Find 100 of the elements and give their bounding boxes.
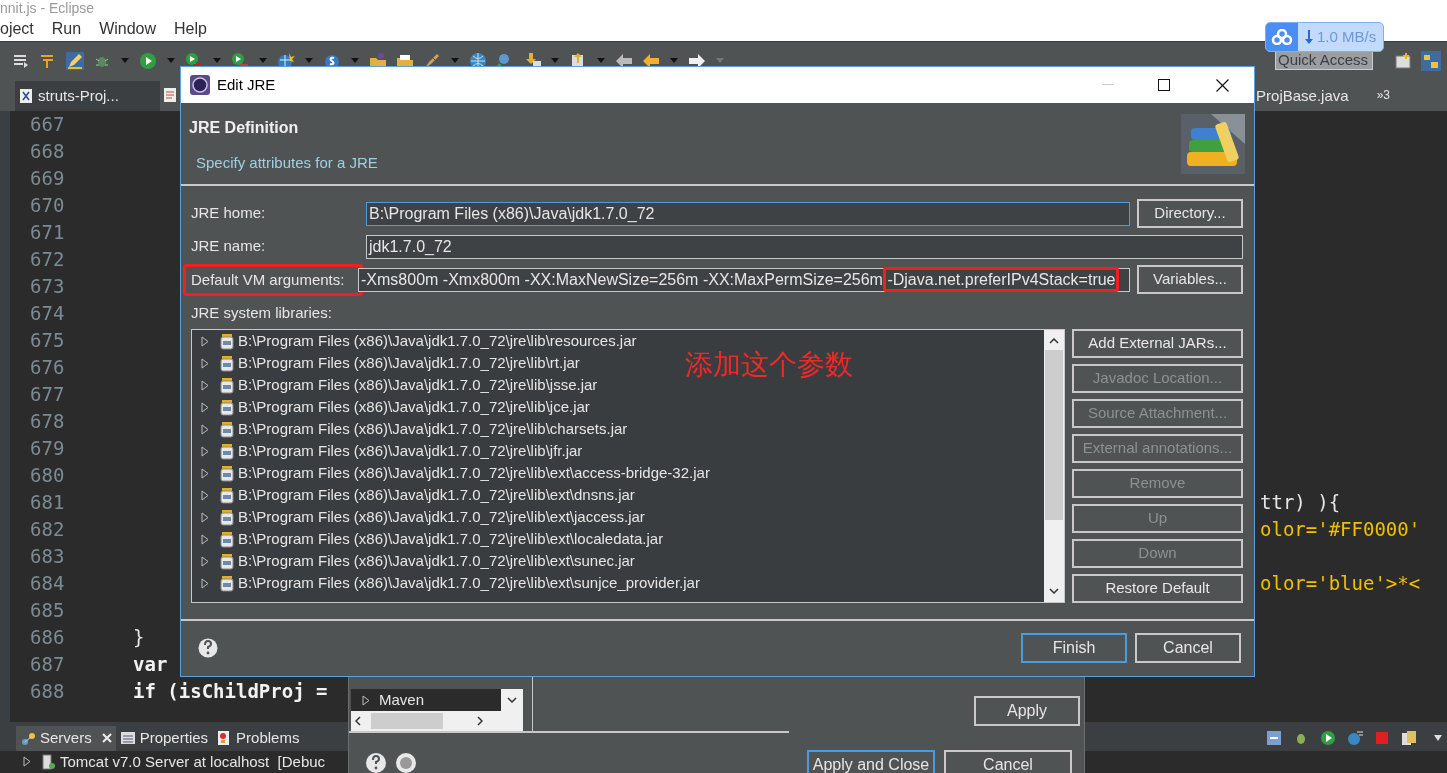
- library-item[interactable]: B:\Program Files (x86)\Java\jdk1.7.0_72\jre\lib\resources.jar: [238, 330, 637, 353]
- library-item[interactable]: B:\Program Files (x86)\Java\jdk1.7.0_72\jre\lib\ext\access-bridge-32.jar: [238, 462, 710, 485]
- dialog-button[interactable]: Add External JARs...: [1072, 328, 1243, 358]
- annotation-text: 添加这个参数: [685, 347, 853, 382]
- dialog-button[interactable]: Cancel: [944, 750, 1072, 773]
- close-icon[interactable]: [1216, 78, 1229, 92]
- input-field[interactable]: -Xms800m -Xmx800m -XX:MaxNewSize=256m -XX:MaxPermSize=256m -Djava.net.preferIPv4Stack=true: [358, 267, 1130, 292]
- publish-icon[interactable]: [1401, 730, 1417, 747]
- menu-item[interactable]: Run: [51, 17, 82, 41]
- line-number: 674: [29, 301, 66, 327]
- document-icon[interactable]: [163, 87, 177, 103]
- jar-icon: [220, 575, 234, 592]
- library-item[interactable]: B:\Program Files (x86)\Java\jdk1.7.0_72\jre\lib\jsse.jar: [238, 374, 598, 397]
- chevron-down-icon[interactable]: [507, 697, 517, 703]
- play-icon[interactable]: [1320, 730, 1336, 747]
- chevron-left-icon[interactable]: [355, 716, 361, 726]
- line-number: 687: [29, 652, 66, 678]
- help-icon[interactable]: [198, 637, 218, 658]
- jar-icon: [220, 333, 234, 350]
- dialog-button[interactable]: Finish: [1021, 632, 1127, 663]
- panel-tab[interactable]: Properties: [115, 726, 213, 751]
- line-number: 688: [29, 679, 66, 705]
- play-icon[interactable]: [139, 51, 157, 70]
- library-item[interactable]: B:\Program Files (x86)\Java\jdk1.7.0_72\jre\lib\jce.jar: [238, 396, 590, 419]
- vertical-scrollbar[interactable]: [501, 689, 523, 711]
- editor-tab[interactable]: struts-Proj...: [15, 81, 160, 111]
- jar-icon: [220, 421, 234, 438]
- jar-icon: [220, 465, 234, 482]
- expander-icon[interactable]: [200, 380, 210, 391]
- tab-overflow-button[interactable]: »3: [1376, 86, 1390, 104]
- expander-icon[interactable]: [200, 358, 210, 369]
- expander-icon[interactable]: [200, 424, 210, 435]
- code-text: ttr) ){: [1260, 491, 1341, 514]
- maximize-icon[interactable]: [1158, 79, 1170, 91]
- line-number: 683: [29, 544, 66, 570]
- line-number: 678: [29, 409, 66, 435]
- expander-icon[interactable]: [200, 490, 210, 501]
- expander-icon[interactable]: [200, 336, 210, 347]
- library-item[interactable]: B:\Program Files (x86)\Java\jdk1.7.0_72\jre\lib\ext\jaccess.jar: [238, 506, 645, 529]
- perspective-icon[interactable]: [1394, 51, 1412, 70]
- panel-tab[interactable]: Servers: [16, 726, 116, 751]
- chevron-up-icon[interactable]: [1049, 337, 1059, 344]
- dialog-title: Edit JRE: [217, 74, 276, 95]
- caret-icon[interactable]: [1434, 735, 1442, 742]
- horizontal-scrollbar[interactable]: [351, 711, 523, 731]
- expander-icon[interactable]: [361, 694, 371, 706]
- panel-tab[interactable]: Problems: [212, 726, 304, 751]
- dialog-button[interactable]: Restore Default: [1072, 573, 1243, 603]
- library-item[interactable]: B:\Program Files (x86)\Java\jdk1.7.0_72\jre\lib\ext\dnsns.jar: [238, 484, 635, 507]
- line-number: 677: [29, 382, 66, 408]
- library-item[interactable]: B:\Program Files (x86)\Java\jdk1.7.0_72\jre\lib\jfr.jar: [238, 440, 583, 463]
- code-text: var: [133, 653, 168, 676]
- library-item[interactable]: B:\Program Files (x86)\Java\jdk1.7.0_72\jre\lib\ext\localedata.jar: [238, 528, 664, 551]
- line-number: 668: [29, 139, 66, 165]
- dialog-button[interactable]: Cancel: [1135, 632, 1241, 663]
- arrow-down-icon: [1304, 30, 1314, 44]
- line-number: 682: [29, 517, 66, 543]
- menu-item[interactable]: Help: [174, 17, 207, 41]
- perspective-icon[interactable]: [1421, 50, 1441, 71]
- chevron-right-icon[interactable]: [477, 716, 483, 726]
- expander-icon[interactable]: [200, 556, 210, 567]
- editor-tab[interactable]: ProjBase.java: [1256, 81, 1349, 111]
- record-icon[interactable]: [395, 752, 417, 773]
- window-title: nnit.js - Eclipse: [0, 0, 95, 17]
- line-number: 667: [29, 112, 66, 138]
- library-item[interactable]: B:\Program Files (x86)\Java\jdk1.7.0_72\jre\lib\rt.jar: [238, 352, 580, 375]
- menu-item[interactable]: Window: [99, 17, 157, 41]
- library-item[interactable]: B:\Program Files (x86)\Java\jdk1.7.0_72\jre\lib\ext\sunjce_provider.jar: [238, 572, 700, 595]
- expander-icon[interactable]: [200, 578, 210, 589]
- dialog-button[interactable]: Directory...: [1137, 199, 1243, 228]
- download-speed: 1.0 MB/s: [1317, 26, 1377, 47]
- expander-icon[interactable]: [200, 512, 210, 523]
- menu-item[interactable]: oject: [0, 17, 34, 41]
- input-field[interactable]: jdk1.7.0_72: [366, 234, 1243, 259]
- library-item[interactable]: B:\Program Files (x86)\Java\jdk1.7.0_72\jre\lib\ext\sunec.jar: [238, 550, 635, 573]
- table-icon: [119, 730, 136, 747]
- line-number: 680: [29, 463, 66, 489]
- code-text: olor='#FF0000': [1260, 518, 1421, 541]
- expander-icon[interactable]: [200, 534, 210, 545]
- pencil-icon[interactable]: [66, 51, 84, 70]
- dialog-button[interactable]: Variables...: [1137, 265, 1243, 294]
- dialog-button[interactable]: Apply and Close: [807, 750, 935, 773]
- library-list[interactable]: [191, 328, 1065, 603]
- app-icon: [190, 75, 210, 95]
- apply-button[interactable]: Apply: [974, 696, 1080, 726]
- scrollbar-thumb[interactable]: [371, 713, 443, 729]
- code-text: olor='blue'>*<: [1260, 572, 1421, 595]
- library-item[interactable]: B:\Program Files (x86)\Java\jdk1.7.0_72\jre\lib\charsets.jar: [238, 418, 628, 441]
- chevron-down-icon[interactable]: [1049, 587, 1059, 594]
- input-field[interactable]: B:\Program Files (x86)\Java\jdk1.7.0_72: [366, 201, 1130, 226]
- expander-icon[interactable]: [200, 446, 210, 457]
- jar-icon: [220, 509, 234, 526]
- expander-icon[interactable]: [22, 756, 32, 768]
- scrollbar-thumb[interactable]: [1045, 349, 1063, 520]
- expander-icon[interactable]: [200, 402, 210, 413]
- vertical-scrollbar[interactable]: [1044, 329, 1064, 602]
- help-icon[interactable]: [365, 752, 387, 773]
- code-text: }: [133, 626, 145, 649]
- minimize-icon[interactable]: [1266, 730, 1282, 747]
- expander-icon[interactable]: [200, 468, 210, 479]
